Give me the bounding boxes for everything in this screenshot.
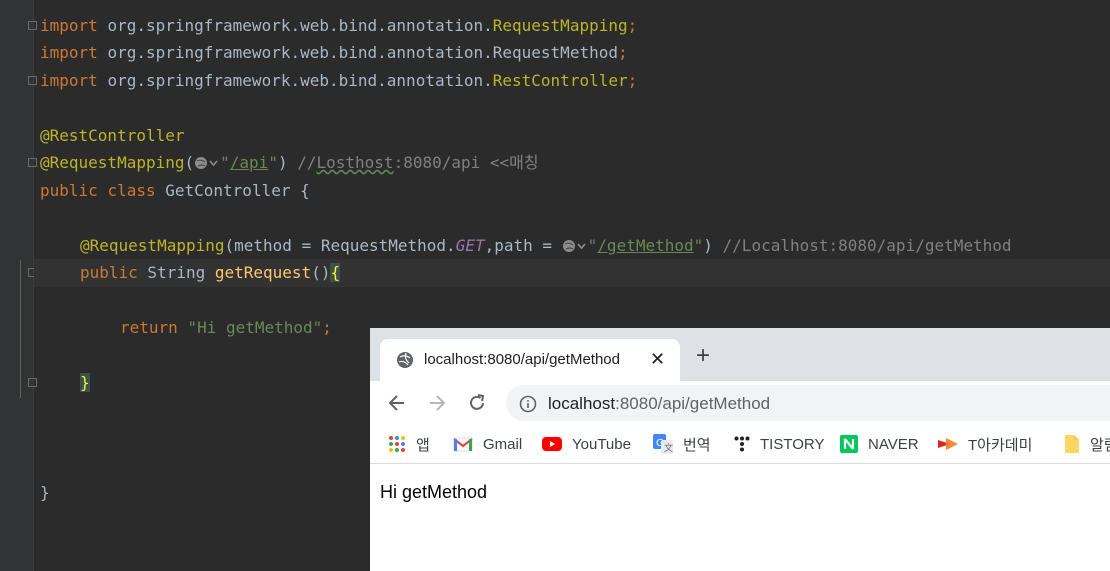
- globe-icon[interactable]: [194, 151, 220, 178]
- matched-brace: {: [330, 263, 341, 282]
- google-translate-icon: G文: [653, 434, 673, 454]
- apps-grid-icon: [388, 435, 406, 453]
- close-icon[interactable]: ✕: [650, 349, 665, 369]
- code-line-import-3[interactable]: import org.springframework.web.bind.anno…: [40, 67, 637, 94]
- code-line-class-close[interactable]: }: [40, 479, 50, 506]
- fold-marker[interactable]: [28, 76, 37, 85]
- fold-marker[interactable]: [28, 378, 37, 387]
- address-bar[interactable]: localhost:8080/api/getMethod: [506, 385, 1110, 421]
- code-line-method-close[interactable]: }: [80, 369, 90, 396]
- tistory-icon: [734, 436, 750, 452]
- bookmark-folder[interactable]: 알림: [1064, 434, 1110, 454]
- bookmark-translate[interactable]: G文 번역: [653, 434, 711, 454]
- new-tab-button[interactable]: +: [696, 344, 710, 368]
- folder-icon: [1064, 434, 1080, 454]
- tacademy-icon: [938, 436, 958, 452]
- code-line-import-2[interactable]: import org.springframework.web.bind.anno…: [40, 39, 628, 66]
- naver-icon: [840, 435, 858, 453]
- code-line-method-decl[interactable]: public String getRequest(){: [80, 259, 341, 286]
- bookmark-tistory[interactable]: TISTORY: [734, 434, 824, 454]
- browser-window: localhost:8080/api/getMethod ✕ + localho…: [370, 328, 1110, 571]
- tab-strip: localhost:8080/api/getMethod ✕ +: [370, 328, 1110, 381]
- bookmarks-bar: 앱 Gmail YouTube G文 번역 TISTORY NAVER T아카데…: [370, 425, 1110, 464]
- code-line-method-mapping[interactable]: @RequestMapping(method = RequestMethod.G…: [80, 232, 1012, 259]
- bookmark-youtube[interactable]: YouTube: [542, 434, 631, 454]
- code-line-import-1[interactable]: import org.springframework.web.bind.anno…: [40, 12, 637, 39]
- svg-text:文: 文: [664, 442, 673, 454]
- vcs-change-bar: [20, 260, 21, 398]
- code-line-class-mapping[interactable]: @RequestMapping("/api") //Losthost:8080/…: [40, 149, 539, 176]
- bookmark-apps[interactable]: 앱: [388, 434, 430, 454]
- back-arrow-icon[interactable]: [387, 393, 407, 418]
- reload-icon[interactable]: [467, 393, 487, 418]
- bookmark-naver[interactable]: NAVER: [840, 434, 919, 454]
- editor-gutter: [0, 0, 34, 571]
- code-line-class-decl[interactable]: public class GetController {: [40, 177, 310, 204]
- url-text[interactable]: localhost:8080/api/getMethod: [548, 394, 770, 414]
- response-body-text: Hi getMethod: [380, 482, 488, 502]
- code-line-return[interactable]: return "Hi getMethod";: [120, 314, 332, 341]
- globe-icon[interactable]: [562, 234, 588, 261]
- matched-brace: }: [80, 373, 90, 392]
- forward-arrow-icon[interactable]: [427, 393, 447, 418]
- browser-tab[interactable]: localhost:8080/api/getMethod ✕: [380, 339, 680, 381]
- code-line-rest-controller[interactable]: @RestController: [40, 122, 185, 149]
- gmail-icon: [453, 436, 473, 452]
- youtube-icon: [542, 437, 562, 451]
- globe-icon: [396, 351, 414, 374]
- fold-marker[interactable]: [28, 158, 37, 167]
- tab-title: localhost:8080/api/getMethod: [424, 351, 620, 368]
- browser-toolbar: localhost:8080/api/getMethod: [370, 381, 1110, 425]
- bookmark-tacademy[interactable]: T아카데미: [938, 434, 1032, 454]
- bookmark-gmail[interactable]: Gmail: [453, 434, 522, 454]
- info-icon[interactable]: [519, 395, 537, 418]
- fold-marker[interactable]: [28, 21, 37, 30]
